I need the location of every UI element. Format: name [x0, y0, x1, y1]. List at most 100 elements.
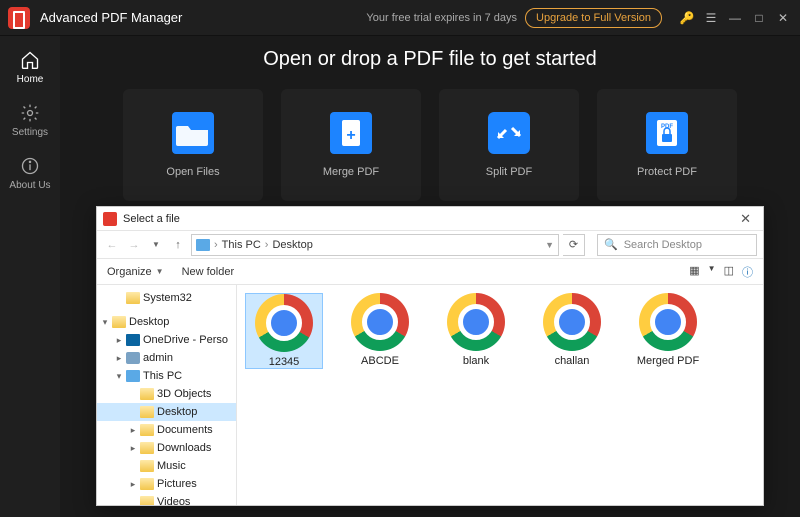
tree-twist-icon[interactable]: ▾	[101, 317, 109, 328]
tree-node-label: Documents	[157, 424, 213, 436]
page-headline: Open or drop a PDF file to get started	[263, 48, 597, 71]
file-name: ABCDE	[361, 355, 399, 367]
preview-pane-button[interactable]: ◫	[724, 264, 734, 280]
tree-node-label: Pictures	[157, 478, 197, 490]
breadcrumb-root[interactable]: This PC	[222, 239, 261, 251]
sidebar-item-label: Settings	[12, 127, 48, 138]
dialog-toolbar: Organize ▼ New folder ▦ ▼ ◫ ⓘ	[97, 259, 763, 285]
tree-node-label: Videos	[157, 496, 190, 505]
tree-node[interactable]: ▸ Documents	[97, 421, 236, 439]
pc-icon	[126, 370, 140, 382]
organize-menu[interactable]: Organize ▼	[107, 266, 164, 278]
card-label: Merge PDF	[323, 166, 379, 178]
gear-icon	[20, 103, 40, 123]
tree-twist-icon[interactable]: ▸	[129, 425, 137, 436]
folder-icon	[112, 316, 126, 328]
search-input[interactable]: 🔍 Search Desktop	[597, 234, 757, 256]
tree-node[interactable]: Videos	[97, 493, 236, 505]
tree-node[interactable]: Music	[97, 457, 236, 475]
folder-icon	[140, 460, 154, 472]
nav-forward-button[interactable]: →	[125, 236, 143, 254]
chrome-html-icon	[255, 294, 313, 352]
tree-twist-icon[interactable]: ▸	[129, 443, 137, 454]
tree-node[interactable]: ▾Desktop	[97, 313, 236, 331]
tree-twist-icon[interactable]: ▸	[115, 335, 123, 346]
file-item[interactable]: ABCDE	[341, 293, 419, 367]
card-open-files[interactable]: Open Files	[123, 89, 263, 201]
dialog-app-icon	[103, 212, 117, 226]
breadcrumb-sep: ›	[265, 239, 269, 251]
sidebar-item-home[interactable]: Home	[17, 50, 44, 85]
minimize-button[interactable]: —	[726, 11, 744, 25]
file-name: challan	[555, 355, 590, 367]
dialog-titlebar: Select a file ✕	[97, 207, 763, 231]
dialog-title: Select a file	[123, 213, 180, 225]
open-files-icon	[172, 112, 214, 154]
address-bar[interactable]: › This PC › Desktop ▼	[191, 234, 559, 256]
tree-node-label: Music	[157, 460, 186, 472]
tree-node-label: System32	[143, 292, 192, 304]
tree-node[interactable]: System32	[97, 289, 236, 307]
folder-icon	[140, 406, 154, 418]
card-label: Open Files	[166, 166, 219, 178]
close-button[interactable]: ✕	[774, 11, 792, 25]
nav-up-button[interactable]: ↑	[169, 236, 187, 254]
chevron-down-icon[interactable]: ▼	[545, 240, 554, 250]
home-icon	[20, 50, 40, 70]
merge-pdf-icon: +	[330, 112, 372, 154]
folder-icon	[140, 424, 154, 436]
key-icon[interactable]: 🔑	[678, 11, 696, 25]
tree-node[interactable]: ▸ Pictures	[97, 475, 236, 493]
sidebar-item-about[interactable]: About Us	[9, 156, 50, 191]
folder-tree[interactable]: System32▾Desktop▸OneDrive - Perso▸admin▾…	[97, 285, 237, 505]
protect-pdf-icon: PDF	[646, 112, 688, 154]
file-list[interactable]: 12345 ABCDE blank challan Merged PDF	[237, 285, 763, 505]
new-folder-button[interactable]: New folder	[182, 266, 235, 278]
tree-node-label: Desktop	[157, 406, 197, 418]
tree-node[interactable]: ▾ This PC	[97, 367, 236, 385]
card-label: Protect PDF	[637, 166, 697, 178]
tree-node-label: This PC	[143, 370, 182, 382]
maximize-button[interactable]: □	[750, 11, 768, 25]
nav-recent-dropdown[interactable]: ▼	[147, 236, 165, 254]
card-label: Split PDF	[486, 166, 532, 178]
card-split-pdf[interactable]: Split PDF	[439, 89, 579, 201]
tree-twist-icon[interactable]: ▸	[129, 479, 137, 490]
view-mode-button[interactable]: ▦	[689, 264, 699, 280]
nav-back-button[interactable]: ←	[103, 236, 121, 254]
help-button[interactable]: ⓘ	[742, 264, 753, 280]
tree-twist-icon[interactable]: ▸	[115, 353, 123, 364]
card-merge-pdf[interactable]: + Merge PDF	[281, 89, 421, 201]
file-item[interactable]: Merged PDF	[629, 293, 707, 367]
dialog-close-button[interactable]: ✕	[734, 211, 757, 227]
folder-icon	[140, 478, 154, 490]
sidebar-item-label: Home	[17, 74, 44, 85]
titlebar: Advanced PDF Manager Your free trial exp…	[0, 0, 800, 36]
card-protect-pdf[interactable]: PDF Protect PDF	[597, 89, 737, 201]
breadcrumb-current[interactable]: Desktop	[272, 239, 312, 251]
menu-icon[interactable]: ☰	[702, 11, 720, 25]
tree-node[interactable]: Desktop	[97, 403, 236, 421]
refresh-button[interactable]: ⟳	[563, 234, 585, 256]
file-item[interactable]: blank	[437, 293, 515, 367]
app-title: Advanced PDF Manager	[40, 10, 182, 25]
folder-icon	[140, 496, 154, 505]
folder-icon	[140, 442, 154, 454]
chrome-html-icon	[447, 293, 505, 351]
view-mode-chevron-icon[interactable]: ▼	[708, 264, 716, 280]
file-name: Merged PDF	[637, 355, 699, 367]
file-item[interactable]: 12345	[245, 293, 323, 369]
tree-twist-icon[interactable]: ▾	[115, 371, 123, 382]
svg-text:PDF: PDF	[661, 124, 673, 130]
organize-label: Organize	[107, 266, 152, 278]
tree-node[interactable]: ▸admin	[97, 349, 236, 367]
upgrade-button[interactable]: Upgrade to Full Version	[525, 8, 662, 28]
tree-node[interactable]: ▸Downloads	[97, 439, 236, 457]
pc-icon	[196, 239, 210, 251]
file-item[interactable]: challan	[533, 293, 611, 367]
tree-node[interactable]: ▸OneDrive - Perso	[97, 331, 236, 349]
chevron-down-icon: ▼	[156, 267, 164, 276]
tree-node[interactable]: 3D Objects	[97, 385, 236, 403]
file-name: 12345	[269, 356, 300, 368]
sidebar-item-settings[interactable]: Settings	[12, 103, 48, 138]
